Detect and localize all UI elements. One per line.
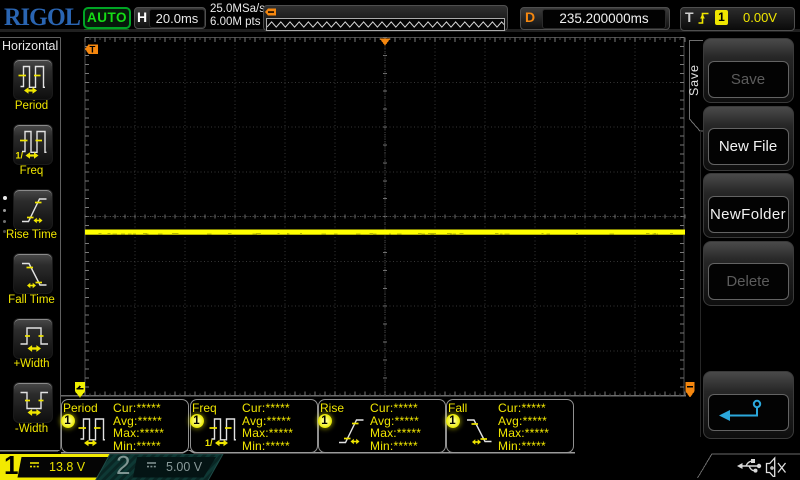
svg-text:1/: 1/ xyxy=(16,151,24,161)
svg-text:1/: 1/ xyxy=(205,438,213,448)
svg-text:Save: Save xyxy=(687,64,701,96)
svg-text:T: T xyxy=(90,45,96,56)
